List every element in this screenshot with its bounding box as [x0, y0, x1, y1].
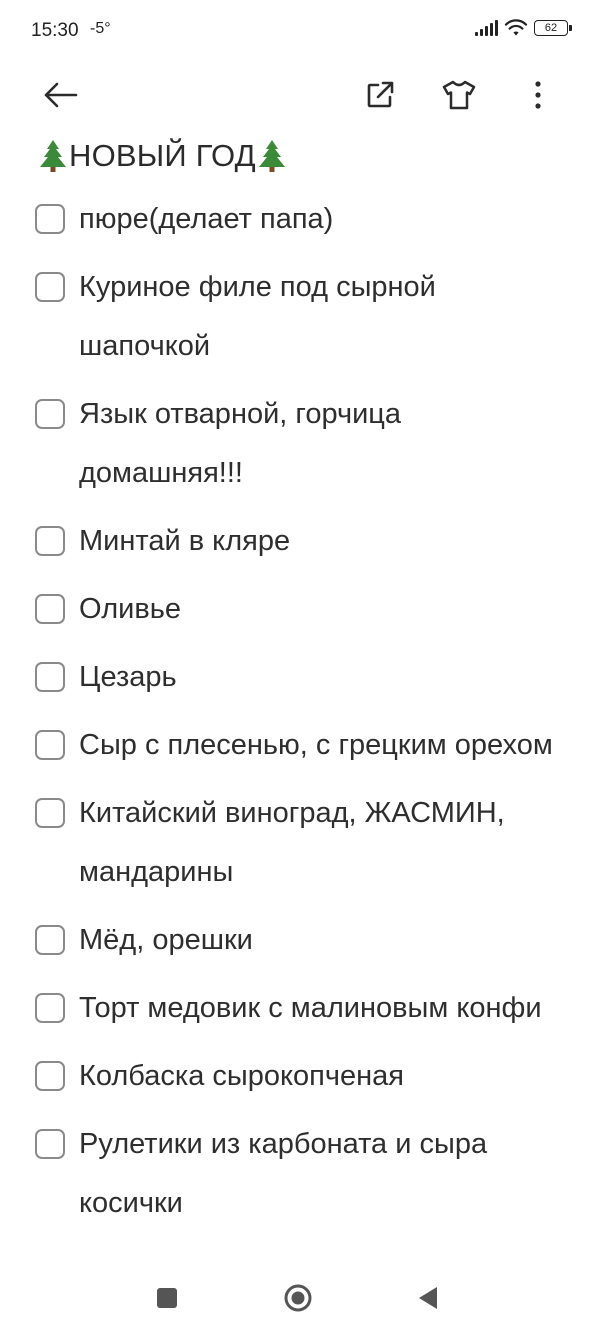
- status-time: 15:30: [31, 20, 79, 41]
- checkbox[interactable]: [35, 526, 65, 556]
- list-item: пюре(делает папа): [0, 190, 600, 249]
- list-item-text[interactable]: пюре(делает папа): [79, 203, 333, 235]
- signal-icon: [475, 20, 498, 36]
- list-item-text[interactable]: Рулетики из карбоната и сыра косички: [79, 1128, 487, 1219]
- list-item: Китайский виноград, ЖАСМИН, мандарины: [0, 784, 600, 902]
- share-external-icon: [367, 81, 394, 108]
- note-title-text: НОВЫЙ ГОД: [69, 138, 256, 173]
- system-nav-bar: [0, 1275, 600, 1321]
- list-item-text[interactable]: Куриное филе под сырной шапочкой: [79, 271, 436, 362]
- battery-indicator: 62: [534, 20, 572, 36]
- christmas-tree-icon: [40, 140, 66, 172]
- checkbox[interactable]: [35, 1129, 65, 1159]
- recent-apps-icon: [157, 1288, 177, 1308]
- list-item: Рулетики из карбоната и сыра косички: [0, 1115, 600, 1233]
- home-icon: [284, 1284, 312, 1312]
- checkbox[interactable]: [35, 662, 65, 692]
- checklist: пюре(делает папа) Куриное филе под сырно…: [0, 190, 600, 1242]
- list-item-text[interactable]: Цезарь: [79, 661, 177, 693]
- battery-level: 62: [544, 22, 558, 34]
- list-item: Торт медовик с малиновым конфи: [0, 979, 600, 1038]
- list-item-text[interactable]: Минтай в кляре: [79, 525, 290, 557]
- nav-back-button[interactable]: [413, 1283, 443, 1313]
- checkbox[interactable]: [35, 399, 65, 429]
- note-title[interactable]: НОВЫЙ ГОД: [37, 138, 288, 174]
- list-item: Сыр с плесенью, с грецким орехом: [0, 716, 600, 775]
- home-button[interactable]: [283, 1283, 313, 1313]
- tshirt-icon: [442, 80, 476, 110]
- note-toolbar: [0, 60, 600, 130]
- theme-button[interactable]: [437, 73, 481, 117]
- status-indicators: 62: [475, 19, 572, 37]
- checkbox[interactable]: [35, 925, 65, 955]
- christmas-tree-icon: [258, 140, 285, 172]
- wifi-icon: [504, 19, 528, 36]
- more-vertical-icon: [535, 81, 541, 109]
- arrow-left-icon: [44, 82, 78, 108]
- list-item: Куриное филе под сырной шапочкой: [0, 258, 600, 376]
- list-item-text[interactable]: Китайский виноград, ЖАСМИН, мандарины: [79, 797, 505, 888]
- list-item: Минтай в кляре: [0, 512, 600, 571]
- back-button[interactable]: [38, 73, 82, 117]
- more-options-button[interactable]: [516, 73, 560, 117]
- checkbox[interactable]: [35, 272, 65, 302]
- checkbox[interactable]: [35, 1061, 65, 1091]
- list-item: Оливье: [0, 580, 600, 639]
- recent-apps-button[interactable]: [152, 1283, 182, 1313]
- checkbox[interactable]: [35, 594, 65, 624]
- checkbox[interactable]: [35, 798, 65, 828]
- list-item: Язык отварной, горчица домашняя!!!: [0, 385, 600, 503]
- status-bar: 15:30 -5° 62: [0, 0, 600, 60]
- checkbox[interactable]: [35, 993, 65, 1023]
- list-item-text[interactable]: Колбаска сырокопченая: [79, 1060, 404, 1092]
- checkbox[interactable]: [35, 730, 65, 760]
- list-item-text[interactable]: Язык отварной, горчица домашняя!!!: [79, 398, 401, 489]
- share-button[interactable]: [358, 73, 402, 117]
- list-item-text[interactable]: Сыр с плесенью, с грецким орехом: [79, 729, 553, 761]
- status-temperature: -5°: [90, 20, 111, 37]
- list-item-text[interactable]: Мёд, орешки: [79, 924, 253, 956]
- list-item-text[interactable]: Оливье: [79, 593, 181, 625]
- list-item: Колбаска сырокопченая: [0, 1047, 600, 1106]
- list-item: Цезарь: [0, 648, 600, 707]
- nav-back-icon: [419, 1287, 437, 1309]
- list-item: Мёд, орешки: [0, 911, 600, 970]
- list-item-text[interactable]: Торт медовик с малиновым конфи: [79, 992, 542, 1024]
- checkbox[interactable]: [35, 204, 65, 234]
